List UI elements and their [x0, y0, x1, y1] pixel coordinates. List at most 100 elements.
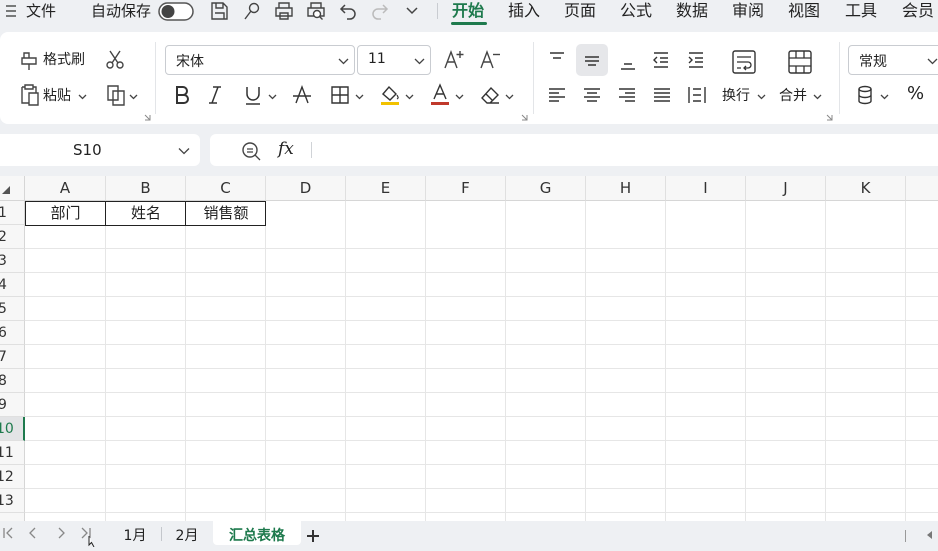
- distributed-align-icon[interactable]: [685, 83, 709, 107]
- column-header-c[interactable]: C: [186, 176, 266, 201]
- underline-chevron-down-icon[interactable]: [268, 92, 277, 101]
- spreadsheet-grid[interactable]: A B C D E F G H I J K 1 2 3 4 5 6 7 8 9 …: [0, 176, 938, 521]
- row-header-11[interactable]: 11: [0, 441, 25, 465]
- row-header-9[interactable]: 9: [0, 393, 25, 417]
- row-header-3[interactable]: 3: [0, 249, 25, 273]
- add-sheet-icon[interactable]: [305, 528, 321, 544]
- justify-icon[interactable]: [650, 83, 674, 107]
- clear-chevron-down-icon[interactable]: [505, 92, 514, 101]
- column-header-i[interactable]: I: [666, 176, 746, 201]
- paste-icon[interactable]: [17, 83, 41, 107]
- row-header-4[interactable]: 4: [0, 273, 25, 297]
- paste-chevron-down-icon[interactable]: [78, 92, 87, 101]
- row-header-5[interactable]: 5: [0, 297, 25, 321]
- tab-member[interactable]: 会员: [902, 0, 934, 22]
- row-header-2[interactable]: 2: [0, 225, 25, 249]
- save-icon[interactable]: [208, 1, 230, 21]
- row-header-12[interactable]: 12: [0, 465, 25, 489]
- copy-chevron-down-icon[interactable]: [129, 92, 138, 101]
- align-top-icon[interactable]: [545, 48, 569, 72]
- sheet-tab-feb[interactable]: 2月: [162, 521, 212, 545]
- column-header-h[interactable]: H: [586, 176, 666, 201]
- align-bottom-icon[interactable]: [616, 50, 640, 74]
- formula-input[interactable]: [322, 141, 922, 159]
- increase-font-size-icon[interactable]: [442, 48, 466, 72]
- row-header-1[interactable]: 1: [0, 201, 25, 225]
- copy-icon[interactable]: [104, 83, 128, 107]
- column-header-j[interactable]: J: [746, 176, 826, 201]
- font-name-select[interactable]: 宋体: [165, 45, 355, 75]
- align-right-icon[interactable]: [615, 83, 639, 107]
- column-header-g[interactable]: G: [506, 176, 586, 201]
- number-format-select[interactable]: 常规: [848, 45, 938, 75]
- font-color-chevron-down-icon[interactable]: [455, 92, 464, 101]
- clear-format-icon[interactable]: [478, 83, 502, 107]
- row-header-10[interactable]: 10: [0, 417, 25, 441]
- undo-icon[interactable]: [337, 1, 359, 21]
- wrap-text-icon[interactable]: [730, 48, 758, 76]
- paste-label[interactable]: 粘贴: [43, 87, 71, 105]
- cut-icon[interactable]: [103, 48, 127, 72]
- next-sheet-icon[interactable]: [55, 527, 67, 539]
- underline-icon[interactable]: [241, 83, 265, 107]
- zoom-search-icon[interactable]: [240, 140, 262, 162]
- strikethrough-icon[interactable]: [290, 83, 314, 107]
- tab-tools[interactable]: 工具: [845, 0, 877, 22]
- decrease-font-size-icon[interactable]: [478, 48, 502, 72]
- decrease-indent-icon[interactable]: [649, 48, 673, 72]
- file-menu[interactable]: 文件: [26, 0, 56, 22]
- increase-indent-icon[interactable]: [684, 48, 708, 72]
- cell-a1[interactable]: 部门: [25, 201, 106, 225]
- wrap-chevron-down-icon[interactable]: [757, 92, 766, 101]
- format-painter-icon[interactable]: [18, 48, 42, 72]
- align-middle-button[interactable]: [576, 44, 608, 76]
- bold-icon[interactable]: [170, 83, 194, 107]
- column-header-overflow[interactable]: [906, 176, 938, 201]
- font-size-select[interactable]: 11: [357, 45, 431, 75]
- tab-formulas[interactable]: 公式: [620, 0, 652, 22]
- font-launcher-icon[interactable]: [521, 114, 528, 121]
- currency-icon[interactable]: [854, 83, 878, 107]
- sheet-tab-summary[interactable]: 汇总表格: [213, 521, 301, 545]
- alignment-launcher-icon[interactable]: [826, 114, 833, 121]
- font-color-icon[interactable]: [428, 82, 452, 106]
- column-header-e[interactable]: E: [346, 176, 426, 201]
- row-header-13[interactable]: 13: [0, 489, 25, 513]
- tab-view[interactable]: 视图: [788, 0, 820, 22]
- scroll-left-icon[interactable]: [924, 530, 934, 540]
- wrap-text-label[interactable]: 换行: [722, 87, 750, 105]
- chevron-down-icon[interactable]: [401, 1, 423, 21]
- redo-icon[interactable]: [369, 1, 391, 21]
- percent-style-button[interactable]: %: [907, 85, 924, 103]
- column-header-a[interactable]: A: [25, 176, 106, 201]
- print-preview-icon[interactable]: [305, 1, 327, 21]
- name-box[interactable]: S10: [0, 134, 200, 166]
- first-sheet-icon[interactable]: [2, 527, 14, 539]
- sheet-tab-jan[interactable]: 1月: [110, 521, 160, 545]
- tab-home[interactable]: 开始: [452, 0, 484, 22]
- column-header-b[interactable]: B: [106, 176, 186, 201]
- cell-b1[interactable]: 姓名: [106, 201, 186, 225]
- row-header-14[interactable]: [0, 513, 25, 521]
- merge-chevron-down-icon[interactable]: [813, 92, 822, 101]
- row-header-6[interactable]: 6: [0, 321, 25, 345]
- output-icon[interactable]: [241, 1, 263, 21]
- cell-c1[interactable]: 销售额: [186, 201, 266, 225]
- align-center-icon[interactable]: [580, 83, 604, 107]
- merge-cells-icon[interactable]: [786, 48, 814, 76]
- previous-sheet-icon[interactable]: [27, 527, 39, 539]
- align-left-icon[interactable]: [545, 83, 569, 107]
- merge-label[interactable]: 合并: [779, 87, 807, 105]
- select-all-corner[interactable]: [0, 176, 25, 201]
- italic-icon[interactable]: [203, 83, 227, 107]
- row-header-8[interactable]: 8: [0, 369, 25, 393]
- currency-chevron-down-icon[interactable]: [880, 92, 889, 101]
- clipboard-launcher-icon[interactable]: [144, 114, 151, 121]
- menu-icon[interactable]: [5, 0, 17, 22]
- tab-data[interactable]: 数据: [676, 0, 708, 22]
- tab-page[interactable]: 页面: [564, 0, 596, 22]
- fx-icon[interactable]: fx: [278, 139, 294, 159]
- tab-insert[interactable]: 插入: [508, 0, 540, 22]
- fill-color-chevron-down-icon[interactable]: [405, 92, 414, 101]
- column-header-k[interactable]: K: [826, 176, 906, 201]
